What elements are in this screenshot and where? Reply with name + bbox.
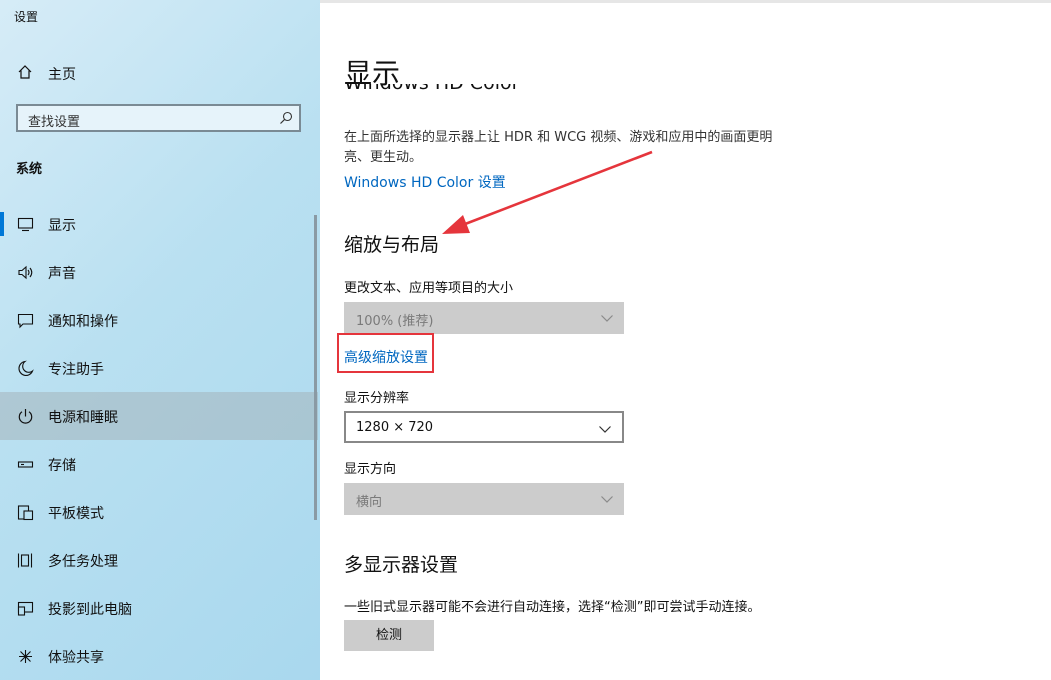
sidebar-item-focus-assist[interactable]: 专注助手 — [0, 344, 318, 392]
chevron-down-icon — [601, 315, 613, 322]
power-icon — [18, 409, 33, 424]
multi-display-description: 一些旧式显示器可能不会进行自动连接，选择“检测”即可尝试手动连接。 — [344, 600, 761, 615]
sidebar-item-label: 电源和睡眠 — [48, 410, 118, 426]
sidebar-item-label: 主页 — [48, 67, 76, 83]
hdr-heading: Windows HD Color — [344, 84, 644, 98]
sidebar-item-label: 声音 — [48, 266, 76, 282]
advanced-scaling-link[interactable]: 高级缩放设置 — [344, 347, 428, 367]
sidebar-item-multitasking[interactable]: 多任务处理 — [0, 536, 318, 584]
notification-icon — [17, 313, 34, 329]
resolution-dropdown[interactable]: 1280 × 720 — [344, 411, 624, 443]
sidebar: 设置 主页 查找设置 系统 显示 声音 通知和操作 专注助手 电源和睡眠 存储 … — [0, 0, 320, 680]
sidebar-item-storage[interactable]: 存储 — [0, 440, 318, 488]
multi-display-heading: 多显示器设置 — [344, 554, 459, 576]
monitor-icon — [17, 217, 34, 232]
section-title: 系统 — [16, 162, 43, 177]
active-indicator — [0, 212, 4, 236]
orientation-label: 显示方向 — [344, 462, 397, 477]
scale-label: 更改文本、应用等项目的大小 — [344, 281, 514, 296]
sidebar-item-label: 体验共享 — [48, 650, 104, 666]
speaker-icon — [18, 265, 33, 280]
sidebar-item-project-to-pc[interactable]: 投影到此电脑 — [0, 584, 318, 632]
search-icon[interactable] — [279, 111, 293, 125]
sidebar-item-tablet-mode[interactable]: 平板模式 — [0, 488, 318, 536]
detect-button[interactable]: 检测 — [344, 620, 434, 651]
sidebar-item-label: 投影到此电脑 — [48, 602, 132, 618]
search-input[interactable]: 查找设置 — [16, 104, 301, 132]
app-title: 设置 — [14, 10, 39, 24]
sidebar-item-home[interactable]: 主页 — [0, 58, 318, 88]
scale-layout-heading: 缩放与布局 — [344, 234, 440, 256]
sidebar-item-label: 平板模式 — [48, 506, 104, 522]
search-placeholder: 查找设置 — [28, 115, 81, 130]
resolution-value: 1280 × 720 — [356, 420, 434, 435]
moon-icon — [18, 360, 34, 376]
sidebar-item-notifications[interactable]: 通知和操作 — [0, 296, 318, 344]
share-icon — [19, 650, 32, 663]
storage-icon — [17, 461, 34, 468]
orientation-dropdown[interactable]: 横向 — [344, 483, 624, 515]
sidebar-item-shared-experiences[interactable]: 体验共享 — [0, 632, 318, 680]
tablet-icon — [17, 505, 34, 521]
sidebar-item-power-sleep[interactable]: 电源和睡眠 — [0, 392, 318, 440]
multitask-icon — [17, 553, 33, 568]
sidebar-item-label: 存储 — [48, 458, 76, 474]
sidebar-item-display[interactable]: 显示 — [0, 200, 318, 248]
scale-dropdown[interactable]: 100% (推荐) — [344, 302, 624, 334]
chevron-down-icon — [601, 496, 613, 503]
sidebar-item-label: 通知和操作 — [48, 314, 118, 330]
project-icon — [17, 601, 34, 616]
sidebar-item-sound[interactable]: 声音 — [0, 248, 318, 296]
sidebar-item-label: 专注助手 — [48, 362, 104, 378]
resolution-label: 显示分辨率 — [344, 391, 410, 406]
chevron-down-icon — [599, 426, 611, 433]
hdr-settings-link[interactable]: Windows HD Color 设置 — [344, 172, 506, 192]
sidebar-item-label: 显示 — [48, 218, 76, 234]
scale-value: 100% (推荐) — [356, 314, 434, 329]
main-content: 显示 Windows HD Color 在上面所选择的显示器上让 HDR 和 W… — [320, 0, 1051, 680]
sidebar-scrollbar[interactable] — [314, 215, 317, 520]
sidebar-item-label: 多任务处理 — [48, 554, 118, 570]
home-icon — [18, 65, 32, 79]
hdr-description: 在上面所选择的显示器上让 HDR 和 WCG 视频、游戏和应用中的画面更明亮、更… — [344, 130, 773, 165]
orientation-value: 横向 — [356, 495, 383, 510]
